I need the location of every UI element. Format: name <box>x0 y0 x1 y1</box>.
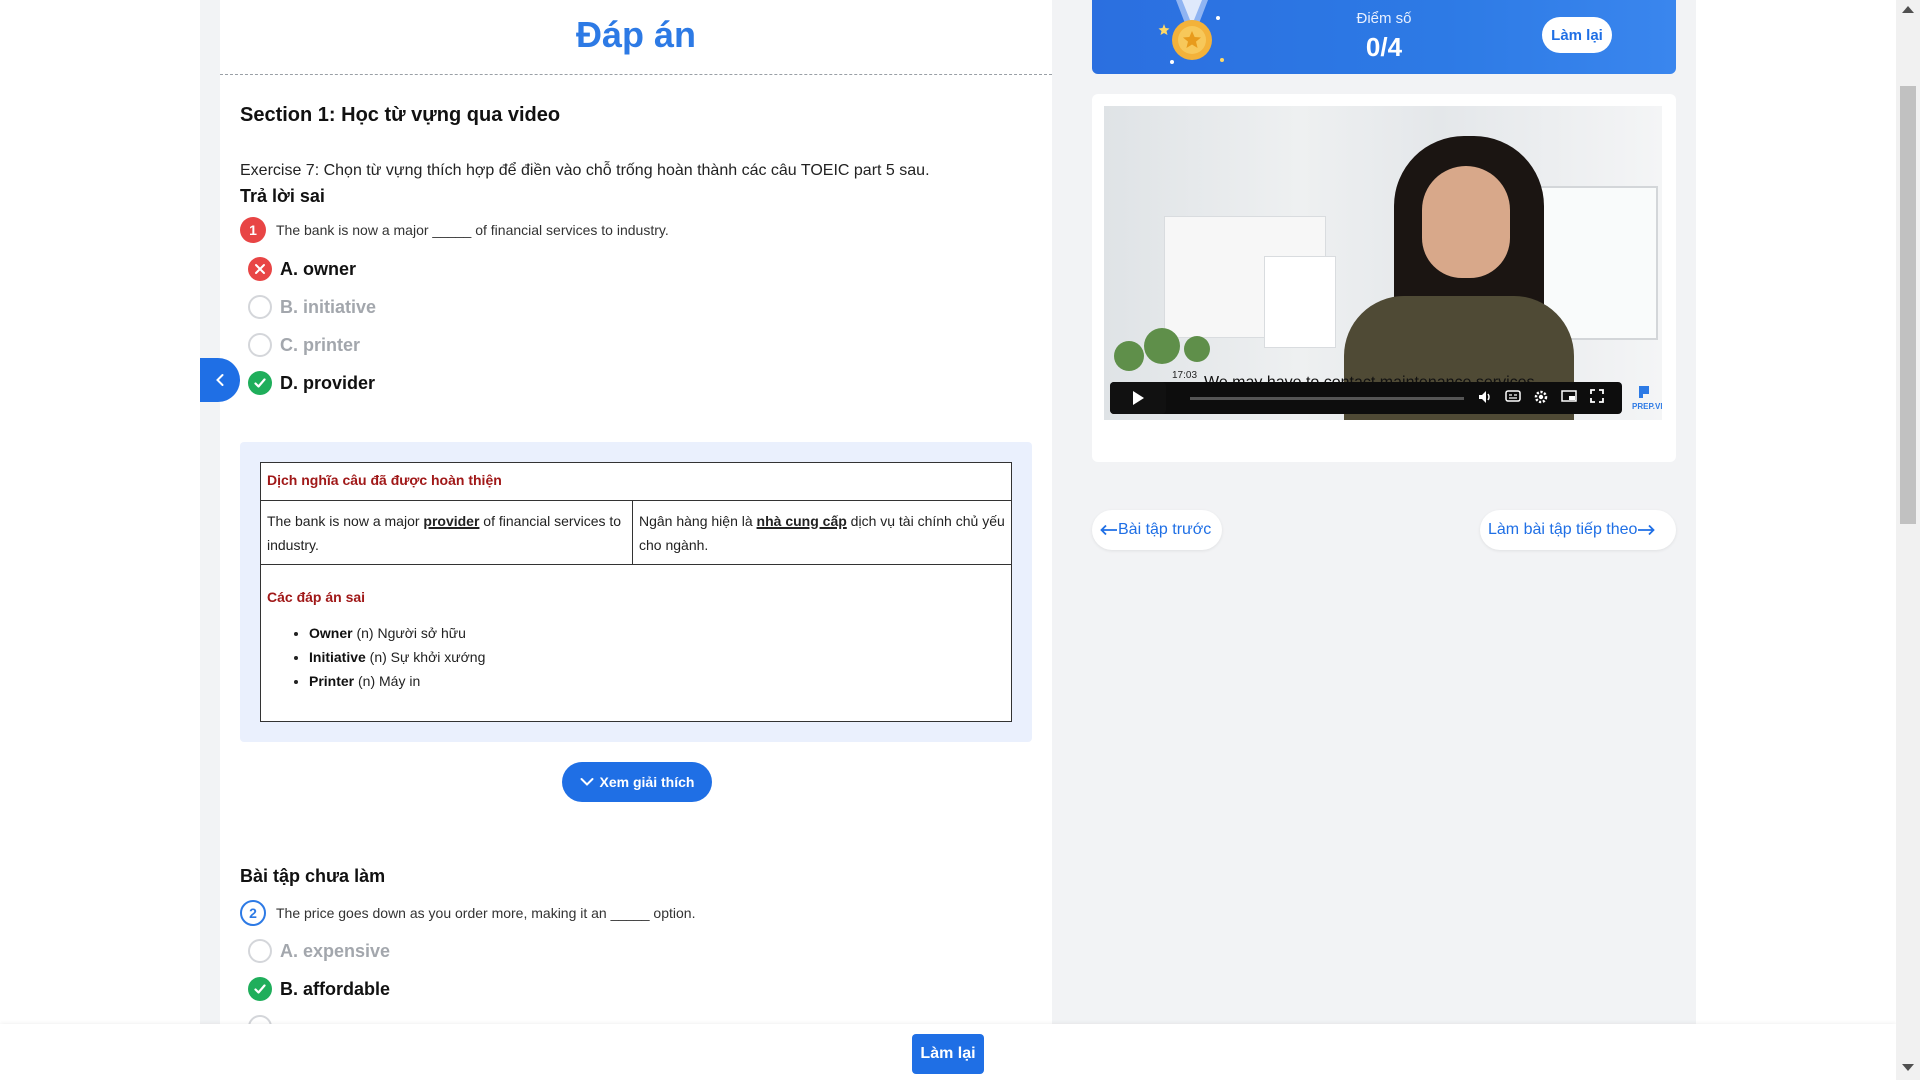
radio-empty-icon <box>248 295 272 319</box>
background-cabinet <box>1264 256 1336 348</box>
vietnamese-sentence: Ngân hàng hiện là nhà cung cấp dịch vụ t… <box>633 501 1011 565</box>
question-2: 2 The price goes down as you order more,… <box>240 900 695 926</box>
arrow-left-icon <box>1100 524 1117 536</box>
option-label: A. owner <box>280 258 357 279</box>
option-a[interactable]: A. owner <box>248 254 356 284</box>
next-exercise-button[interactable]: Làm bài tập tiếp theo <box>1480 510 1676 550</box>
title-divider <box>220 74 1052 75</box>
play-icon <box>1133 391 1144 405</box>
section-title: Section 1: Học từ vựng qua video <box>240 104 561 126</box>
scroll-down-icon[interactable] <box>1902 1064 1914 1071</box>
miniplayer-icon[interactable] <box>1560 389 1578 407</box>
option-d[interactable]: D. provider <box>248 368 375 398</box>
option-label: C. printer <box>280 334 361 355</box>
scroll-thumb[interactable] <box>1900 86 1916 524</box>
captions-icon[interactable] <box>1504 389 1522 407</box>
explanation-table: Dịch nghĩa câu đã được hoàn thiện The ba… <box>260 462 1012 722</box>
highlight-word: nhà cung cấp <box>756 513 847 529</box>
fullscreen-icon[interactable] <box>1588 389 1606 407</box>
video-player[interactable]: We may have to contact maintenance servi… <box>1104 106 1662 420</box>
option-c[interactable]: C. printer <box>248 330 360 360</box>
chevron-down-icon <box>580 778 594 786</box>
list-item: Printer (n) Máy in <box>309 669 485 693</box>
radio-empty-icon <box>248 1015 272 1024</box>
video-timestamp: 17:03 <box>1172 370 1198 381</box>
wrong-icon <box>248 257 272 281</box>
arrow-right-icon <box>1638 524 1656 536</box>
option-b[interactable]: B. affordable <box>248 974 390 1004</box>
footer-retry-button[interactable]: Làm lại <box>912 1034 984 1074</box>
question-1: 1 The bank is now a major _____ of finan… <box>240 217 669 243</box>
volume-icon[interactable] <box>1476 389 1494 407</box>
footer-bar: Làm lại <box>0 1024 1896 1080</box>
score-card: Điểm số 0/4 Làm lại <box>1092 0 1676 74</box>
check-icon <box>248 371 272 395</box>
plant-image <box>1144 328 1180 364</box>
show-explanation-button[interactable]: Xem giải thích <box>562 762 712 802</box>
highlight-word: provider <box>423 513 480 529</box>
question-text: The bank is now a major _____ of financi… <box>276 222 669 238</box>
option-label: B. affordable <box>280 978 391 999</box>
option-a[interactable]: A. expensive <box>248 936 390 966</box>
settings-icon[interactable] <box>1532 389 1550 407</box>
page-title: Đáp án <box>575 14 697 55</box>
radio-empty-icon <box>248 939 272 963</box>
radio-empty-icon <box>248 333 272 357</box>
option-label: D. provider <box>280 372 376 393</box>
wrong-answers-heading: Các đáp án sai <box>267 589 366 605</box>
presenter-image <box>1422 166 1510 278</box>
exercise-title: Exercise 7: Chọn từ vựng thích hợp để đi… <box>240 162 930 179</box>
question-number-badge: 1 <box>240 217 266 243</box>
question-number-badge: 2 <box>240 900 266 926</box>
wrong-answers-list: Owner (n) Người sở hữu Initiative (n) Sự… <box>285 621 485 693</box>
answer-panel: Đáp án Section 1: Học từ vựng qua video … <box>220 0 1052 1024</box>
list-item: Initiative (n) Sự khởi xướng <box>309 645 485 669</box>
plant-image <box>1114 341 1144 371</box>
video-card: We may have to contact maintenance servi… <box>1092 94 1676 462</box>
plant-image <box>1184 336 1210 362</box>
english-sentence: The bank is now a major provider of fina… <box>261 501 633 565</box>
play-button[interactable] <box>1110 382 1166 414</box>
chevron-left-icon <box>216 374 224 386</box>
question2-status: Bài tập chưa làm <box>240 866 386 886</box>
option-b[interactable]: B. initiative <box>248 292 376 322</box>
scroll-up-icon[interactable] <box>1902 6 1914 13</box>
explanation-box: Dịch nghĩa câu đã được hoàn thiện The ba… <box>240 442 1032 742</box>
brand-logo: PREP.VN <box>1632 384 1662 414</box>
question-text: The price goes down as you order more, m… <box>276 905 696 921</box>
option-c[interactable] <box>248 1012 272 1024</box>
option-label: B. initiative <box>280 296 377 317</box>
retry-button[interactable]: Làm lại <box>1542 17 1612 53</box>
option-label: A. expensive <box>280 940 391 961</box>
page-scrollbar[interactable] <box>1896 0 1920 1080</box>
side-panel: Điểm số 0/4 Làm lại We may have to conta… <box>1092 0 1676 1024</box>
check-icon <box>248 977 272 1001</box>
list-item: Owner (n) Người sở hữu <box>309 621 485 645</box>
question1-status: Trả lời sai <box>240 186 325 206</box>
previous-exercise-button[interactable]: Bài tập trước <box>1092 510 1222 550</box>
translation-heading: Dịch nghĩa câu đã được hoàn thiện <box>261 463 1011 501</box>
video-progress-track[interactable] <box>1190 397 1464 400</box>
